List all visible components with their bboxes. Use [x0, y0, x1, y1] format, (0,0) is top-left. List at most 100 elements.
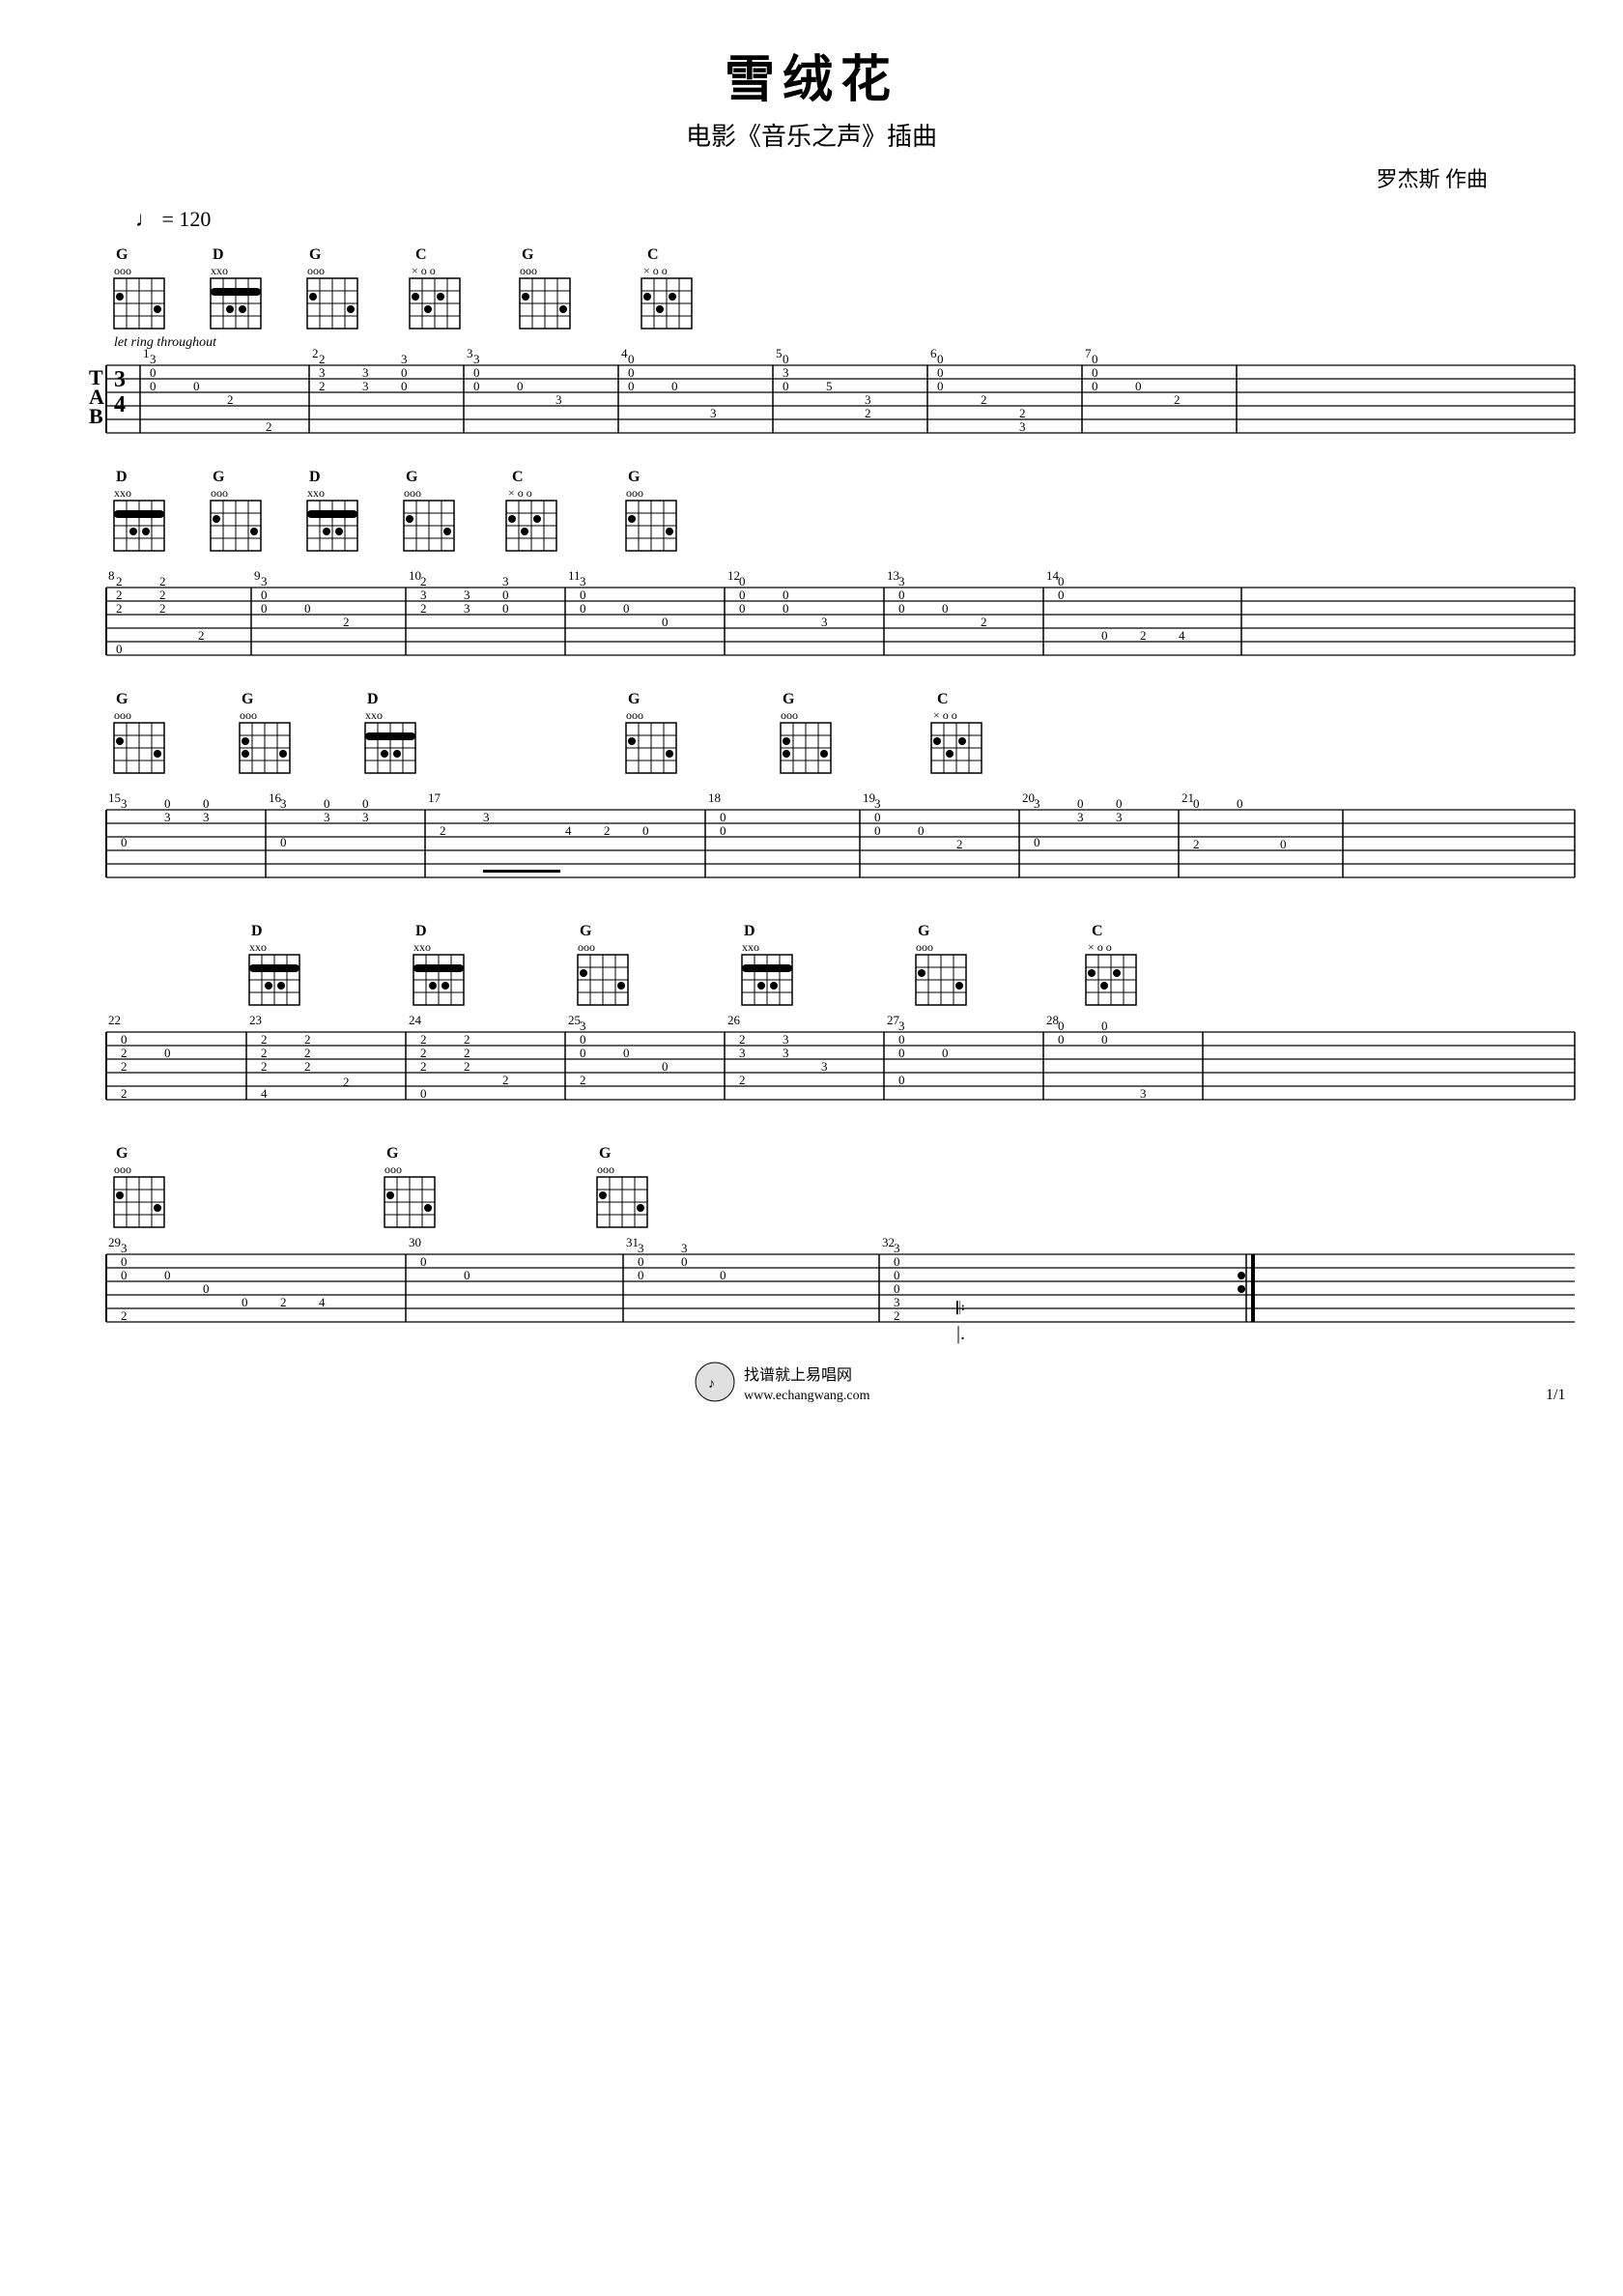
svg-text:2: 2	[420, 574, 427, 588]
svg-text:ooo: ooo	[114, 1162, 131, 1176]
svg-text:xxo: xxo	[211, 264, 228, 277]
svg-text:30: 30	[409, 1235, 421, 1249]
svg-text:2: 2	[159, 588, 166, 602]
svg-text:22: 22	[108, 1013, 121, 1027]
svg-text:2: 2	[159, 574, 166, 588]
svg-text:3: 3	[1116, 810, 1123, 824]
svg-text:0: 0	[783, 588, 789, 602]
svg-text:2: 2	[502, 1073, 509, 1087]
svg-text:D: D	[213, 246, 224, 263]
svg-text:3: 3	[898, 574, 905, 588]
svg-text:|.: |.	[956, 1323, 965, 1344]
svg-text:2: 2	[981, 392, 987, 407]
svg-text:0: 0	[783, 601, 789, 616]
svg-text:0: 0	[942, 1046, 949, 1060]
svg-text:G: G	[580, 923, 592, 939]
svg-text:0: 0	[420, 1254, 427, 1269]
svg-text:11: 11	[568, 568, 581, 583]
svg-text:G: G	[628, 469, 641, 485]
svg-text:4: 4	[1179, 628, 1185, 643]
svg-text:0: 0	[628, 365, 635, 380]
svg-text:1/1: 1/1	[1546, 1387, 1565, 1403]
svg-text:G: G	[213, 469, 225, 485]
svg-text:3: 3	[473, 352, 480, 366]
svg-text:3: 3	[821, 1059, 828, 1074]
svg-text:3: 3	[261, 574, 268, 588]
svg-text:0: 0	[720, 810, 726, 824]
svg-text:0: 0	[1077, 796, 1084, 811]
svg-text:C: C	[937, 691, 949, 707]
svg-text:2: 2	[420, 1032, 427, 1047]
svg-text:0: 0	[783, 379, 789, 393]
svg-text:0: 0	[1280, 837, 1287, 851]
svg-text:0: 0	[1058, 574, 1065, 588]
svg-text:2: 2	[121, 1059, 128, 1074]
svg-text:2: 2	[464, 1059, 470, 1074]
svg-text:4: 4	[621, 346, 628, 360]
svg-text:D: D	[309, 469, 321, 485]
svg-text:2: 2	[343, 1075, 350, 1089]
svg-text:0: 0	[1092, 365, 1098, 380]
svg-text:2: 2	[121, 1308, 128, 1323]
svg-text:0: 0	[1101, 1019, 1108, 1033]
svg-text:26: 26	[727, 1013, 741, 1027]
svg-text:5: 5	[826, 379, 833, 393]
svg-text:2: 2	[420, 1046, 427, 1060]
svg-text:G: G	[599, 1145, 612, 1162]
svg-text:× o o: × o o	[508, 486, 532, 500]
svg-text:3: 3	[783, 1032, 789, 1047]
svg-text:G: G	[406, 469, 418, 485]
svg-text:29: 29	[108, 1235, 121, 1249]
svg-text:7: 7	[1085, 346, 1092, 360]
svg-text:0: 0	[502, 588, 509, 602]
svg-text:0: 0	[894, 1281, 900, 1296]
score-svg: G ooo D xxo G ooo	[87, 242, 1594, 2223]
svg-text:2: 2	[304, 1046, 311, 1060]
svg-text:B: B	[89, 404, 103, 428]
svg-text:0: 0	[918, 823, 925, 838]
svg-text:3: 3	[894, 1241, 900, 1255]
svg-text:3: 3	[638, 1241, 644, 1255]
svg-text:0: 0	[580, 1046, 586, 1060]
svg-text:2: 2	[1174, 392, 1181, 407]
svg-text:0: 0	[638, 1254, 644, 1269]
title-section: 雪绒花 电影《音乐之声》插曲	[58, 39, 1565, 153]
svg-text:2: 2	[604, 823, 611, 838]
svg-text:3: 3	[783, 1046, 789, 1060]
svg-text:2: 2	[319, 379, 326, 393]
svg-text:ooo: ooo	[781, 708, 798, 722]
svg-text:2: 2	[343, 615, 350, 629]
svg-text:2: 2	[261, 1059, 268, 1074]
svg-text:3: 3	[362, 365, 369, 380]
svg-text:0: 0	[1101, 1032, 1108, 1047]
svg-text:4: 4	[565, 823, 572, 838]
svg-text:ooo: ooo	[114, 708, 131, 722]
svg-text:ooo: ooo	[626, 486, 643, 500]
svg-text:3: 3	[865, 392, 871, 407]
tempo: ♩ = 120	[135, 207, 1565, 232]
svg-text:ooo: ooo	[520, 264, 537, 277]
svg-text:4: 4	[114, 392, 126, 417]
svg-text:2: 2	[739, 1032, 746, 1047]
svg-text:C: C	[647, 246, 659, 263]
svg-text:0: 0	[261, 601, 268, 616]
svg-text:× o o: × o o	[643, 264, 668, 277]
svg-text:0: 0	[280, 835, 287, 849]
svg-text:2: 2	[1019, 406, 1026, 420]
svg-text:D: D	[415, 923, 427, 939]
svg-text:0: 0	[937, 379, 944, 393]
svg-text:0: 0	[304, 601, 311, 616]
svg-text:0: 0	[720, 1268, 726, 1282]
svg-text:0: 0	[164, 1046, 171, 1060]
svg-text:0: 0	[401, 379, 408, 393]
svg-text:找谱就上易唱网: 找谱就上易唱网	[744, 1366, 852, 1384]
svg-text:ooo: ooo	[578, 940, 595, 954]
svg-text:2: 2	[739, 1073, 746, 1087]
svg-text:xxo: xxo	[307, 486, 325, 500]
svg-text:0: 0	[739, 588, 746, 602]
svg-text:3: 3	[502, 574, 509, 588]
svg-text:2: 2	[280, 1295, 287, 1309]
svg-text:0: 0	[1058, 588, 1065, 602]
svg-text:G: G	[116, 246, 128, 263]
svg-text:3: 3	[580, 574, 586, 588]
